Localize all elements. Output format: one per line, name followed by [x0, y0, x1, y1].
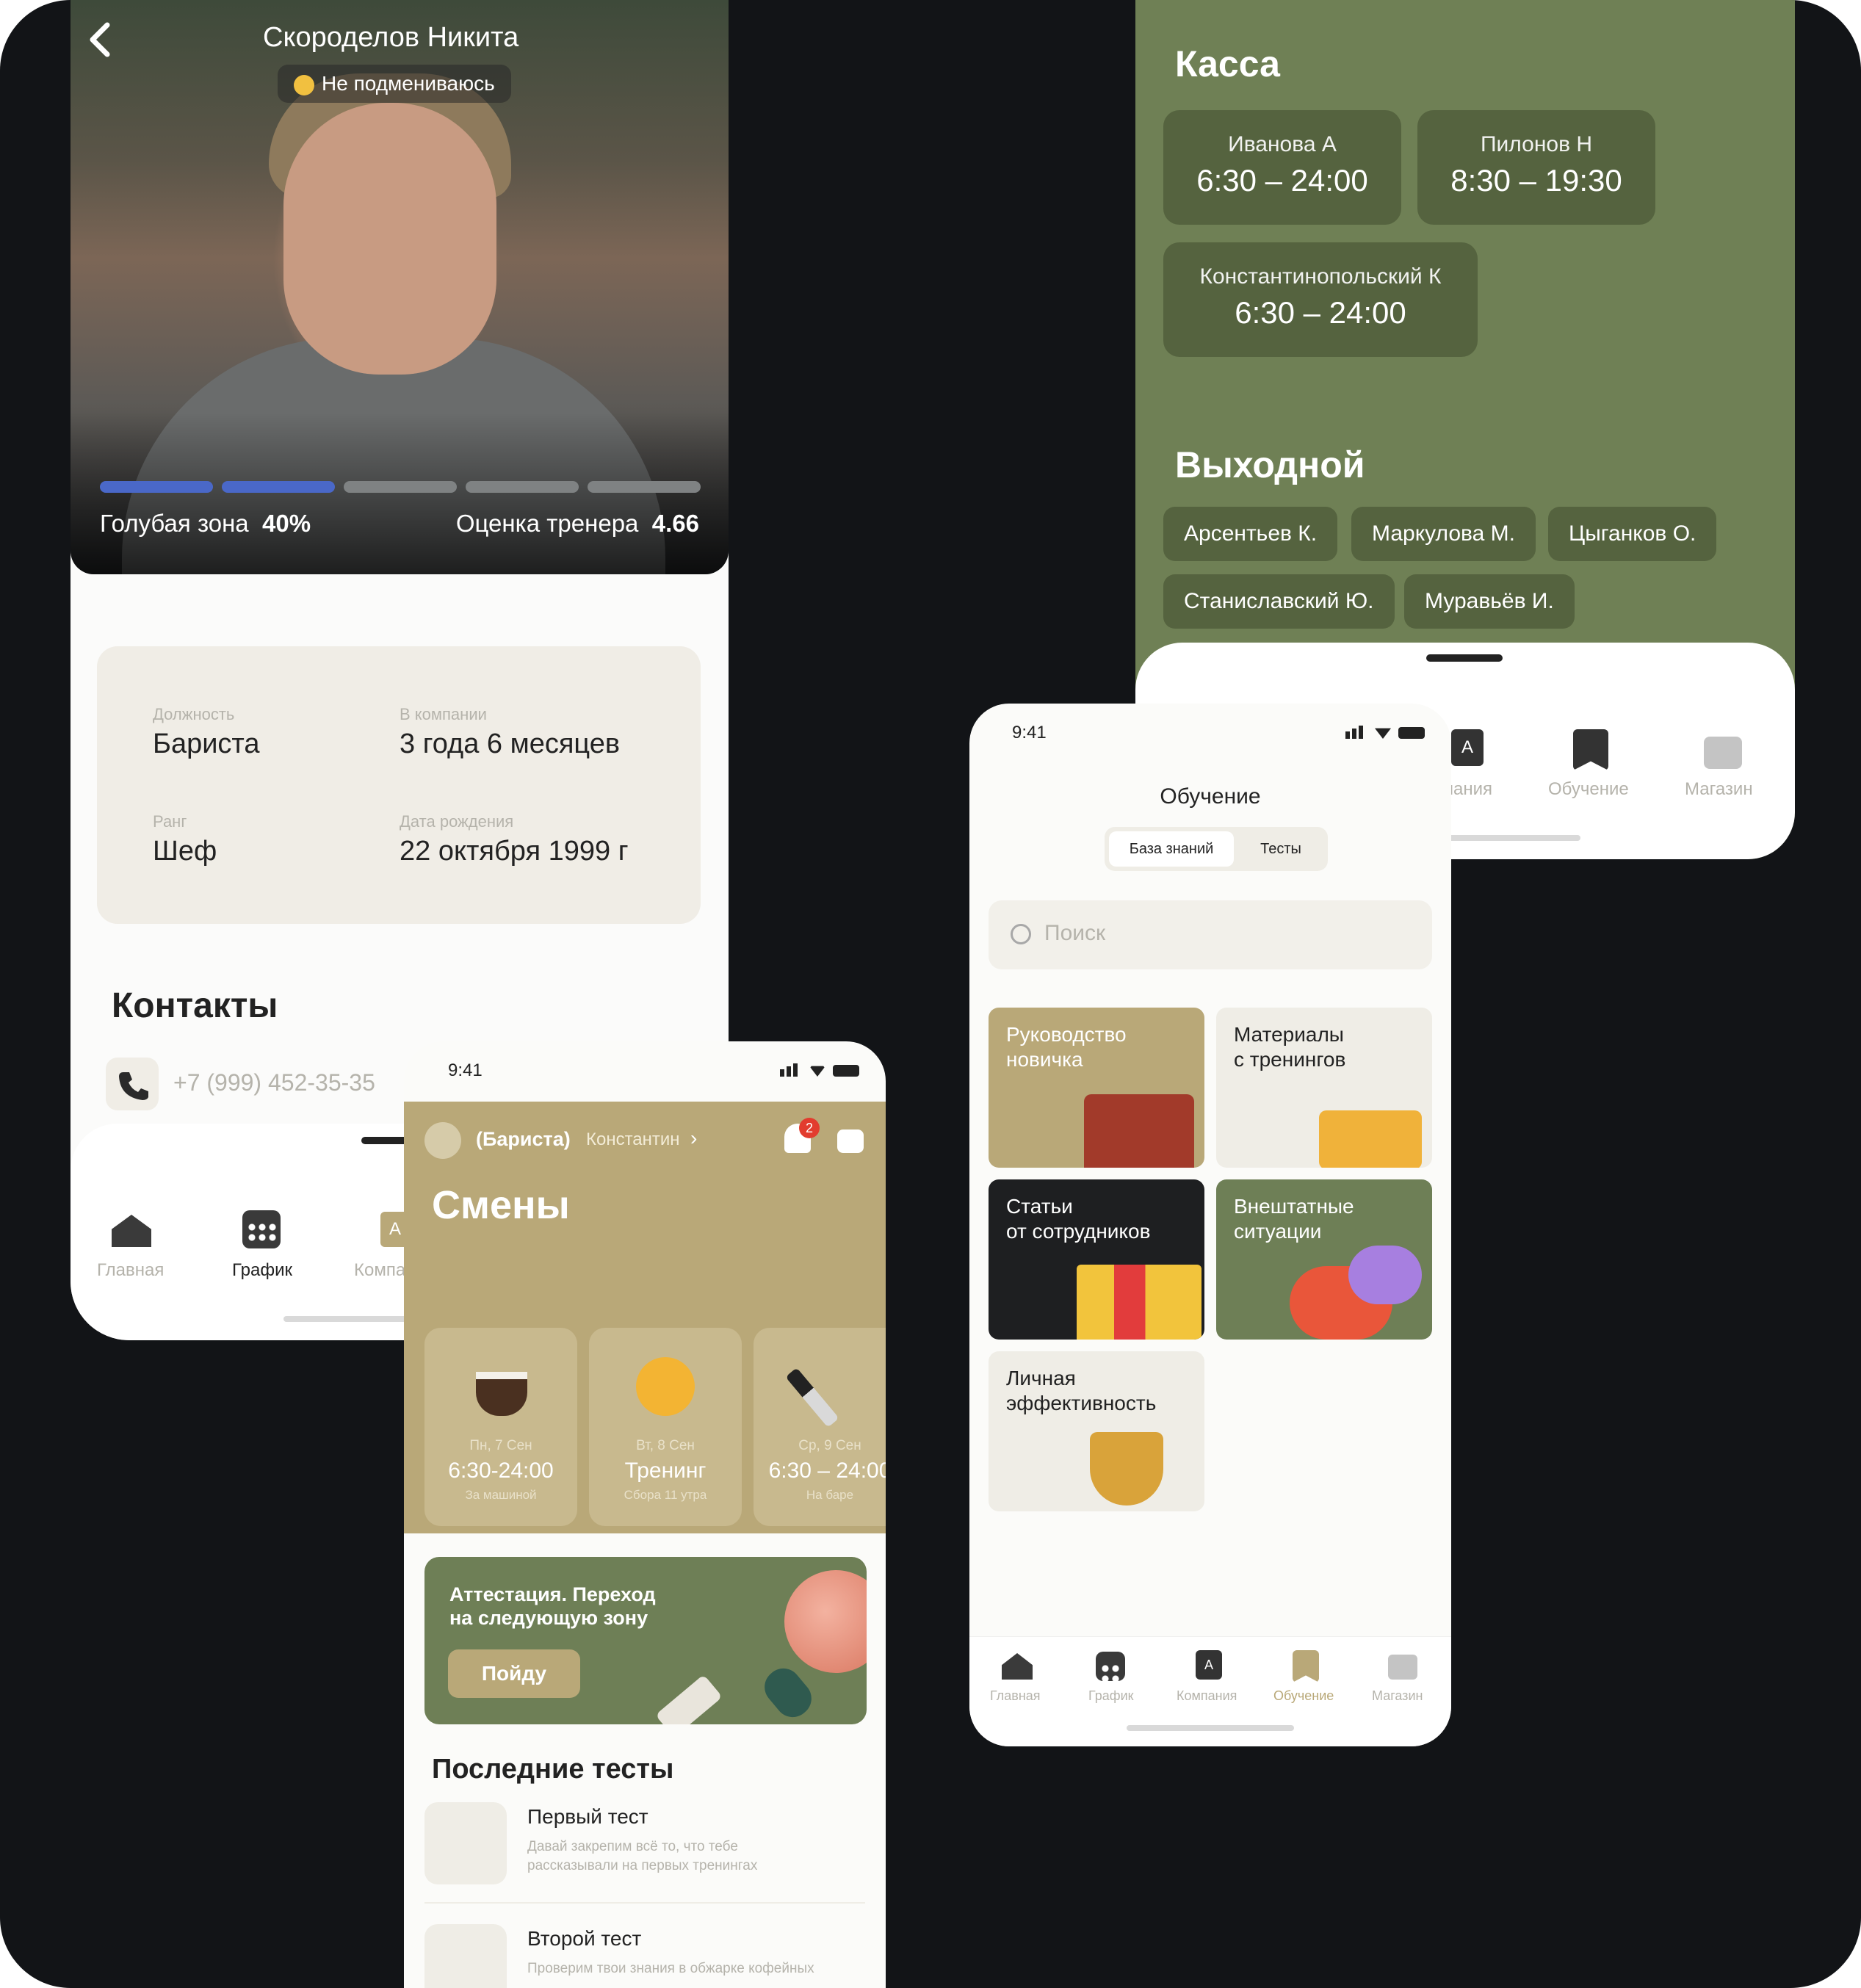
- shop-bag-icon: [1704, 737, 1742, 769]
- shift-tile[interactable]: Иванова А 6:30 – 24:00: [1163, 110, 1401, 225]
- trophy-icon: [1090, 1432, 1163, 1506]
- dayoff-title: Выходной: [1175, 444, 1365, 485]
- company-icon: A: [1451, 729, 1484, 766]
- shift-card[interactable]: Ср, 9 Сен 6:30 – 24:00 На баре: [754, 1328, 886, 1526]
- kassa-title: Касса: [1175, 43, 1280, 84]
- tests-title: Последние тесты: [432, 1754, 674, 1785]
- phone-number[interactable]: +7 (999) 452-35-35: [173, 1069, 375, 1096]
- category-card[interactable]: Материалы с тренингов: [1216, 1008, 1432, 1168]
- search-icon: [1011, 924, 1031, 944]
- knife-icon: [785, 1367, 839, 1428]
- status-badge[interactable]: Не подмениваюсь: [278, 65, 511, 103]
- planet-illustration-icon: [784, 1570, 867, 1673]
- company-icon: A: [1196, 1650, 1222, 1680]
- back-chevron-icon[interactable]: [85, 21, 115, 59]
- status-time: 9:41: [448, 1060, 483, 1080]
- shifts-screen: 9:41 (Бариста) Константин › 2 Смены Пн, …: [404, 1041, 886, 1988]
- category-card[interactable]: Личная эффективность: [989, 1351, 1204, 1511]
- promo-button[interactable]: Пойду: [448, 1649, 580, 1698]
- learning-title: Обучение: [1160, 784, 1261, 809]
- category-card[interactable]: Внештатные ситуации: [1216, 1179, 1432, 1340]
- dayoff-chip[interactable]: Цыганков О.: [1548, 507, 1717, 561]
- status-icons: [1345, 726, 1426, 740]
- position-label: Должность: [153, 705, 235, 723]
- status-time: 9:41: [1012, 723, 1047, 742]
- bookmark-icon: [1573, 729, 1608, 770]
- canvas-background: Скороделов Никита Не подмениваюсь Голуба…: [0, 0, 1861, 1988]
- dayoff-chip[interactable]: Маркулова М.: [1351, 507, 1536, 561]
- briefcase-icon: [1084, 1094, 1194, 1168]
- segmented-tabs: База знаний Тесты: [1105, 827, 1328, 871]
- zone-label: Голубая зона 40%: [100, 510, 311, 537]
- coffee-cup-icon: [476, 1372, 527, 1416]
- pen-illustration-icon: [655, 1674, 723, 1724]
- sheet-handle[interactable]: [1426, 654, 1503, 662]
- shop-bag-icon: [1388, 1655, 1417, 1680]
- shift-tile[interactable]: Пилонов Н 8:30 – 19:30: [1417, 110, 1655, 225]
- contacts-title: Контакты: [112, 986, 278, 1025]
- category-card[interactable]: Статьи от сотрудников: [989, 1179, 1204, 1340]
- category-card[interactable]: Руководство новичка: [989, 1008, 1204, 1168]
- rank-label: Ранг: [153, 812, 187, 831]
- bookmark-icon: [1293, 1650, 1319, 1682]
- folder-icon: [1319, 1110, 1422, 1168]
- birth-value: 22 октября 1999 г: [400, 836, 629, 867]
- emoji-icon: [294, 74, 314, 95]
- phone-icon[interactable]: [106, 1058, 159, 1110]
- company-label: В компании: [400, 705, 487, 723]
- notification-count: 2: [799, 1118, 820, 1138]
- mind-blown-emoji-icon: [636, 1357, 695, 1416]
- dayoff-chip[interactable]: Арсентьев К.: [1163, 507, 1338, 561]
- chat-icon[interactable]: [837, 1129, 864, 1153]
- dayoff-chip[interactable]: Станиславский Ю.: [1163, 574, 1395, 629]
- tab-knowledge-base[interactable]: База знаний: [1109, 831, 1234, 867]
- chevron-right-icon[interactable]: ›: [690, 1127, 697, 1150]
- shift-tile[interactable]: Константинопольский К 6:30 – 24:00: [1163, 242, 1478, 357]
- home-icon: [112, 1215, 151, 1247]
- shift-card[interactable]: Пн, 7 Сен 6:30-24:00 За машиной: [424, 1328, 577, 1526]
- test-thumbnail: [424, 1924, 507, 1988]
- tab-tests[interactable]: Тесты: [1237, 831, 1325, 867]
- rank-value: Шеф: [153, 836, 217, 867]
- status-icons: [780, 1063, 861, 1078]
- test-thumbnail: [424, 1802, 507, 1884]
- binders-icon: [1077, 1265, 1201, 1340]
- calendar-icon: [1096, 1652, 1125, 1685]
- learning-screen: 9:41 Обучение База знаний Тесты Поиск Ру…: [969, 704, 1451, 1746]
- user-name[interactable]: Константин: [586, 1129, 680, 1150]
- learning-bottom-nav: Главная График A Компания Обучение Магаз…: [969, 1636, 1451, 1746]
- shift-card[interactable]: Вт, 8 Сен Тренинг Сбора 11 утра: [589, 1328, 742, 1526]
- dayoff-chip[interactable]: Муравьёв И.: [1404, 574, 1575, 629]
- search-field[interactable]: Поиск: [989, 900, 1432, 969]
- shifts-header: (Бариста) Константин › 2 Смены Пн, 7 Сен…: [404, 1102, 886, 1577]
- profile-name: Скороделов Никита: [263, 22, 519, 53]
- user-role[interactable]: (Бариста): [476, 1128, 571, 1151]
- birth-label: Дата рождения: [400, 812, 514, 831]
- home-icon: [1002, 1653, 1033, 1680]
- position-value: Бариста: [153, 729, 260, 759]
- company-value: 3 года 6 месяцев: [400, 729, 621, 759]
- calendar-icon: [242, 1210, 281, 1248]
- search-input[interactable]: Поиск: [1044, 921, 1105, 946]
- capsule-illustration-icon: [757, 1661, 819, 1724]
- shifts-title: Смены: [432, 1183, 570, 1227]
- promo-banner[interactable]: Аттестация. Переход на следующую зону По…: [424, 1557, 867, 1724]
- avatar[interactable]: [424, 1122, 461, 1159]
- employee-info-box: Должность Бариста В компании 3 года 6 ме…: [97, 646, 701, 924]
- coach-rating: Оценка тренера 4.66: [455, 510, 699, 537]
